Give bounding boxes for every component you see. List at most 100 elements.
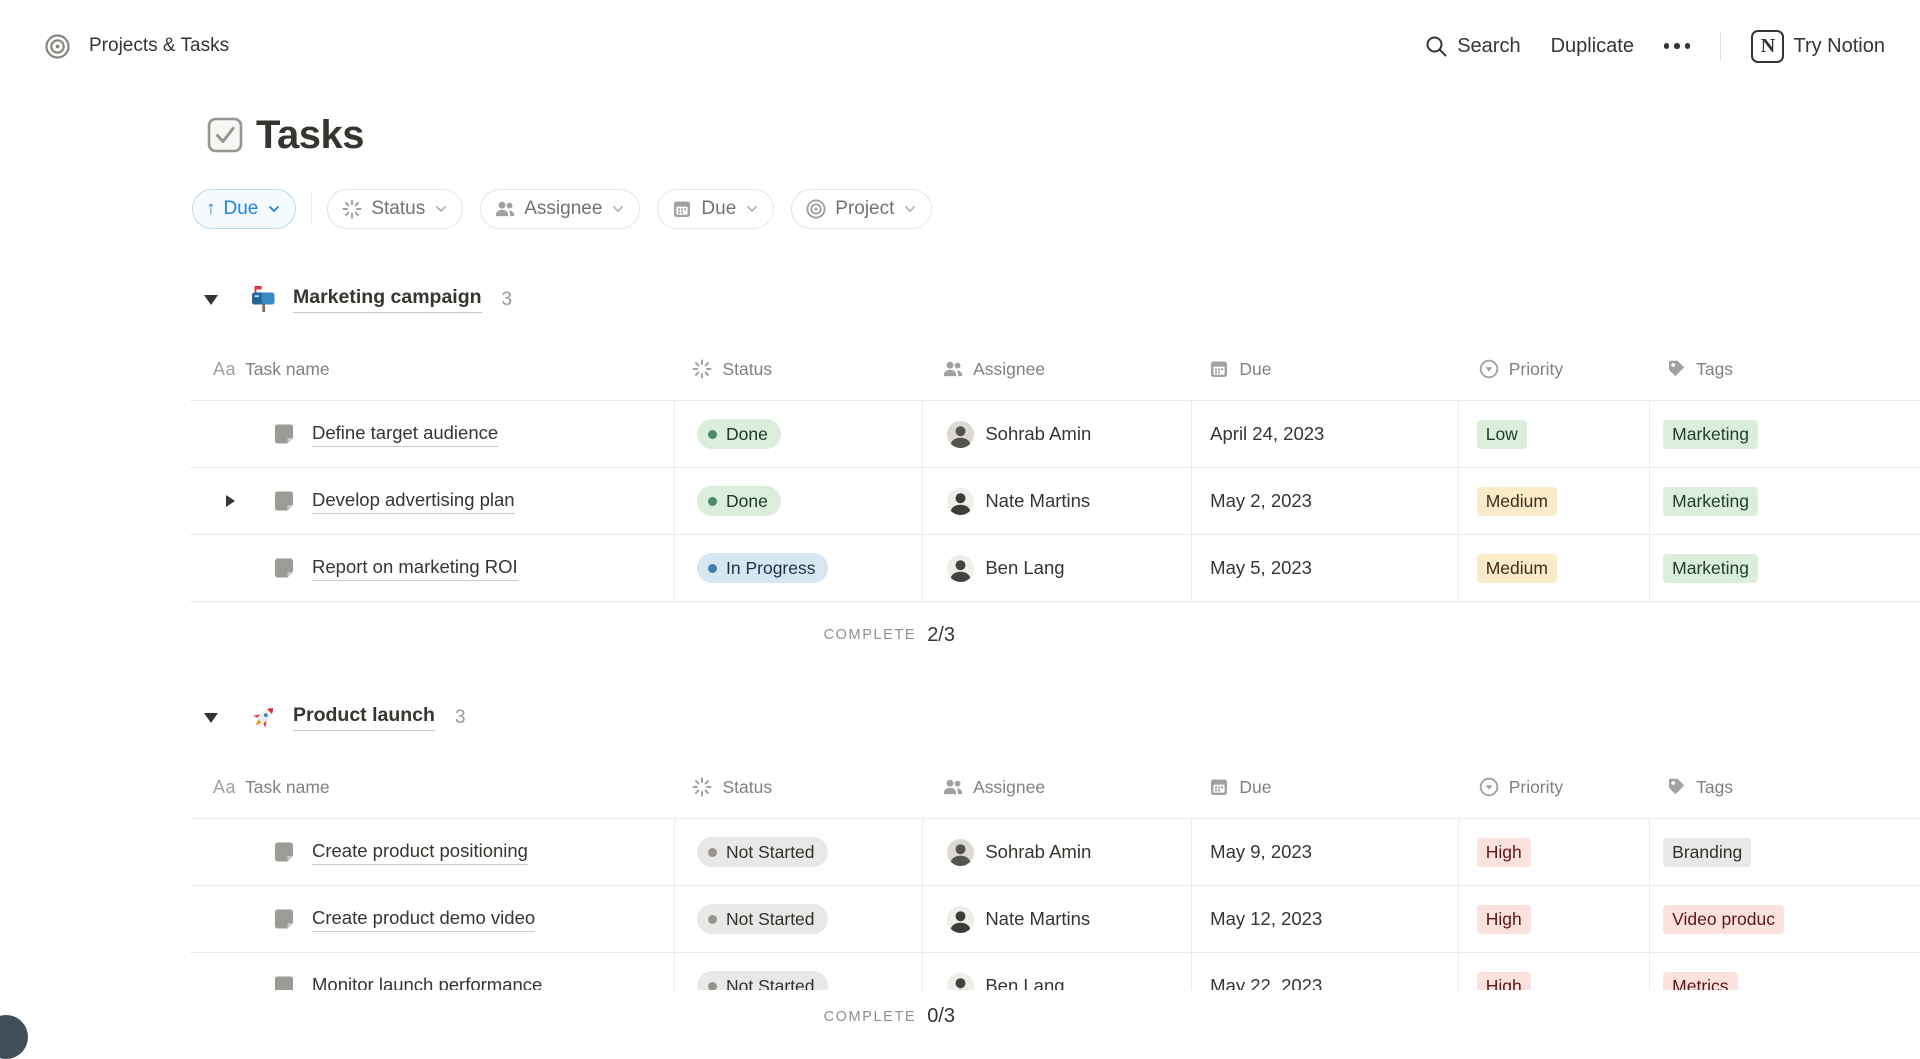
- group-header-marketing-campaign: Marketing campaign 3: [190, 281, 1920, 318]
- task-name-link[interactable]: Define target audience: [312, 422, 498, 447]
- chevron-down-icon: [611, 202, 625, 216]
- assignee-name: Nate Martins: [985, 908, 1090, 930]
- column-header[interactable]: Due: [1239, 777, 1271, 798]
- priority-icon: [1478, 358, 1500, 380]
- filter-label: Project: [835, 198, 894, 220]
- sort-ascending-icon: ↑: [206, 199, 216, 218]
- task-name-link[interactable]: Create product demo video: [312, 907, 535, 932]
- collapse-toggle-icon[interactable]: [204, 713, 218, 723]
- table-row: Create product positioning Not Started S…: [190, 819, 1920, 886]
- column-header[interactable]: Status: [722, 777, 772, 798]
- page-icon: [271, 421, 297, 447]
- breadcrumb[interactable]: Projects & Tasks: [89, 35, 229, 57]
- column-header[interactable]: Assignee: [973, 359, 1045, 380]
- checkbox-page-icon: [206, 116, 244, 154]
- page-icon: [271, 488, 297, 514]
- filter-divider: [311, 192, 312, 225]
- status-icon: [691, 776, 713, 798]
- table-row: Develop advertising plan Done Nate Marti…: [190, 468, 1920, 535]
- status-badge: Not Started: [697, 904, 828, 934]
- status-badge: Not Started: [697, 837, 828, 867]
- filter-label: Status: [371, 198, 425, 220]
- filter-button-project[interactable]: Project: [791, 189, 932, 229]
- filter-label: Due: [701, 198, 736, 220]
- status-badge: Done: [697, 486, 781, 516]
- priority-badge: High: [1477, 838, 1531, 867]
- group-title-link[interactable]: Marketing campaign: [293, 286, 482, 313]
- filter-button-assignee[interactable]: Assignee: [480, 189, 640, 229]
- people-icon: [942, 358, 964, 380]
- chevron-down-icon: [434, 202, 448, 216]
- search-icon: [1425, 35, 1448, 58]
- sort-button-due[interactable]: ↑ Due: [192, 189, 296, 229]
- tag-badge: Marketing: [1663, 554, 1758, 583]
- avatar: [947, 488, 974, 515]
- topbar: Projects & Tasks Search Duplicate N Try …: [0, 0, 1920, 92]
- group-header-product-launch: Product launch 3: [190, 699, 1920, 736]
- duplicate-button[interactable]: Duplicate: [1551, 35, 1634, 58]
- tag-badge: Video produc: [1663, 905, 1784, 934]
- sort-label: Due: [224, 198, 259, 220]
- task-name-link[interactable]: Develop advertising plan: [312, 489, 515, 514]
- column-header[interactable]: Task name: [245, 777, 330, 798]
- complete-value: 2/3: [927, 624, 955, 647]
- due-date: May 2, 2023: [1210, 490, 1312, 512]
- task-name-link[interactable]: Create product positioning: [312, 840, 528, 865]
- topbar-divider: [1720, 32, 1721, 60]
- assignee-name: Ben Lang: [985, 557, 1064, 579]
- try-notion-button[interactable]: N Try Notion: [1751, 30, 1885, 63]
- table-header: Aa Task name Status Assignee Due Priority…: [190, 756, 1920, 819]
- avatar: [947, 906, 974, 933]
- due-date: May 12, 2023: [1210, 908, 1322, 930]
- calendar-icon: [1208, 358, 1230, 380]
- notion-logo-icon: N: [1751, 30, 1784, 63]
- group-count: 3: [502, 289, 513, 311]
- expand-toggle[interactable]: [215, 495, 245, 507]
- more-icon[interactable]: [1664, 43, 1691, 49]
- text-type-icon: Aa: [213, 359, 236, 380]
- column-header[interactable]: Task name: [245, 359, 330, 380]
- column-header[interactable]: Due: [1239, 359, 1271, 380]
- table-row: Report on marketing ROI In Progress Ben …: [190, 535, 1920, 602]
- priority-badge: Medium: [1477, 554, 1557, 583]
- search-button[interactable]: Search: [1425, 35, 1520, 58]
- column-header[interactable]: Tags: [1696, 777, 1733, 798]
- assignee-name: Nate Martins: [985, 490, 1090, 512]
- filter-button-due[interactable]: Due: [657, 189, 774, 229]
- people-icon: [494, 198, 516, 220]
- collapse-toggle-icon[interactable]: [204, 295, 218, 305]
- status-icon: [341, 198, 363, 220]
- task-name-link[interactable]: Report on marketing ROI: [312, 556, 518, 581]
- complete-value: 0/3: [927, 1005, 955, 1028]
- chevron-down-icon: [267, 202, 281, 216]
- due-date: May 5, 2023: [1210, 557, 1312, 579]
- assignee-name: Sohrab Amin: [985, 841, 1091, 863]
- complete-label: COMPLETE: [824, 1009, 917, 1025]
- column-header[interactable]: Status: [722, 359, 772, 380]
- column-header[interactable]: Priority: [1509, 777, 1563, 798]
- page-icon: [271, 906, 297, 932]
- tag-icon: [1665, 358, 1687, 380]
- column-header[interactable]: Tags: [1696, 359, 1733, 380]
- page-icon: [271, 555, 297, 581]
- filter-button-status[interactable]: Status: [327, 189, 463, 229]
- sticky-footer: COMPLETE 0/3: [0, 990, 1920, 1043]
- calendar-icon: [671, 198, 693, 220]
- filter-bar: ↑ Due Status: [190, 188, 1920, 229]
- table-row: Define target audience Done Sohrab Amin …: [190, 401, 1920, 468]
- group-title-link[interactable]: Product launch: [293, 704, 435, 731]
- avatar: [947, 839, 974, 866]
- page-title: Tasks: [256, 113, 364, 158]
- tag-badge: Branding: [1663, 838, 1751, 867]
- group-aggregate: COMPLETE 2/3: [190, 602, 955, 668]
- tag-badge: Marketing: [1663, 487, 1758, 516]
- status-badge: In Progress: [697, 553, 828, 583]
- column-header[interactable]: Assignee: [973, 777, 1045, 798]
- status-badge: Done: [697, 419, 781, 449]
- group-aggregate: COMPLETE 0/3: [190, 990, 955, 1043]
- column-header[interactable]: Priority: [1509, 359, 1563, 380]
- due-date: May 9, 2023: [1210, 841, 1312, 863]
- table-row: Create product demo video Not Started Na…: [190, 886, 1920, 953]
- text-type-icon: Aa: [213, 777, 236, 798]
- target-icon: [44, 33, 71, 60]
